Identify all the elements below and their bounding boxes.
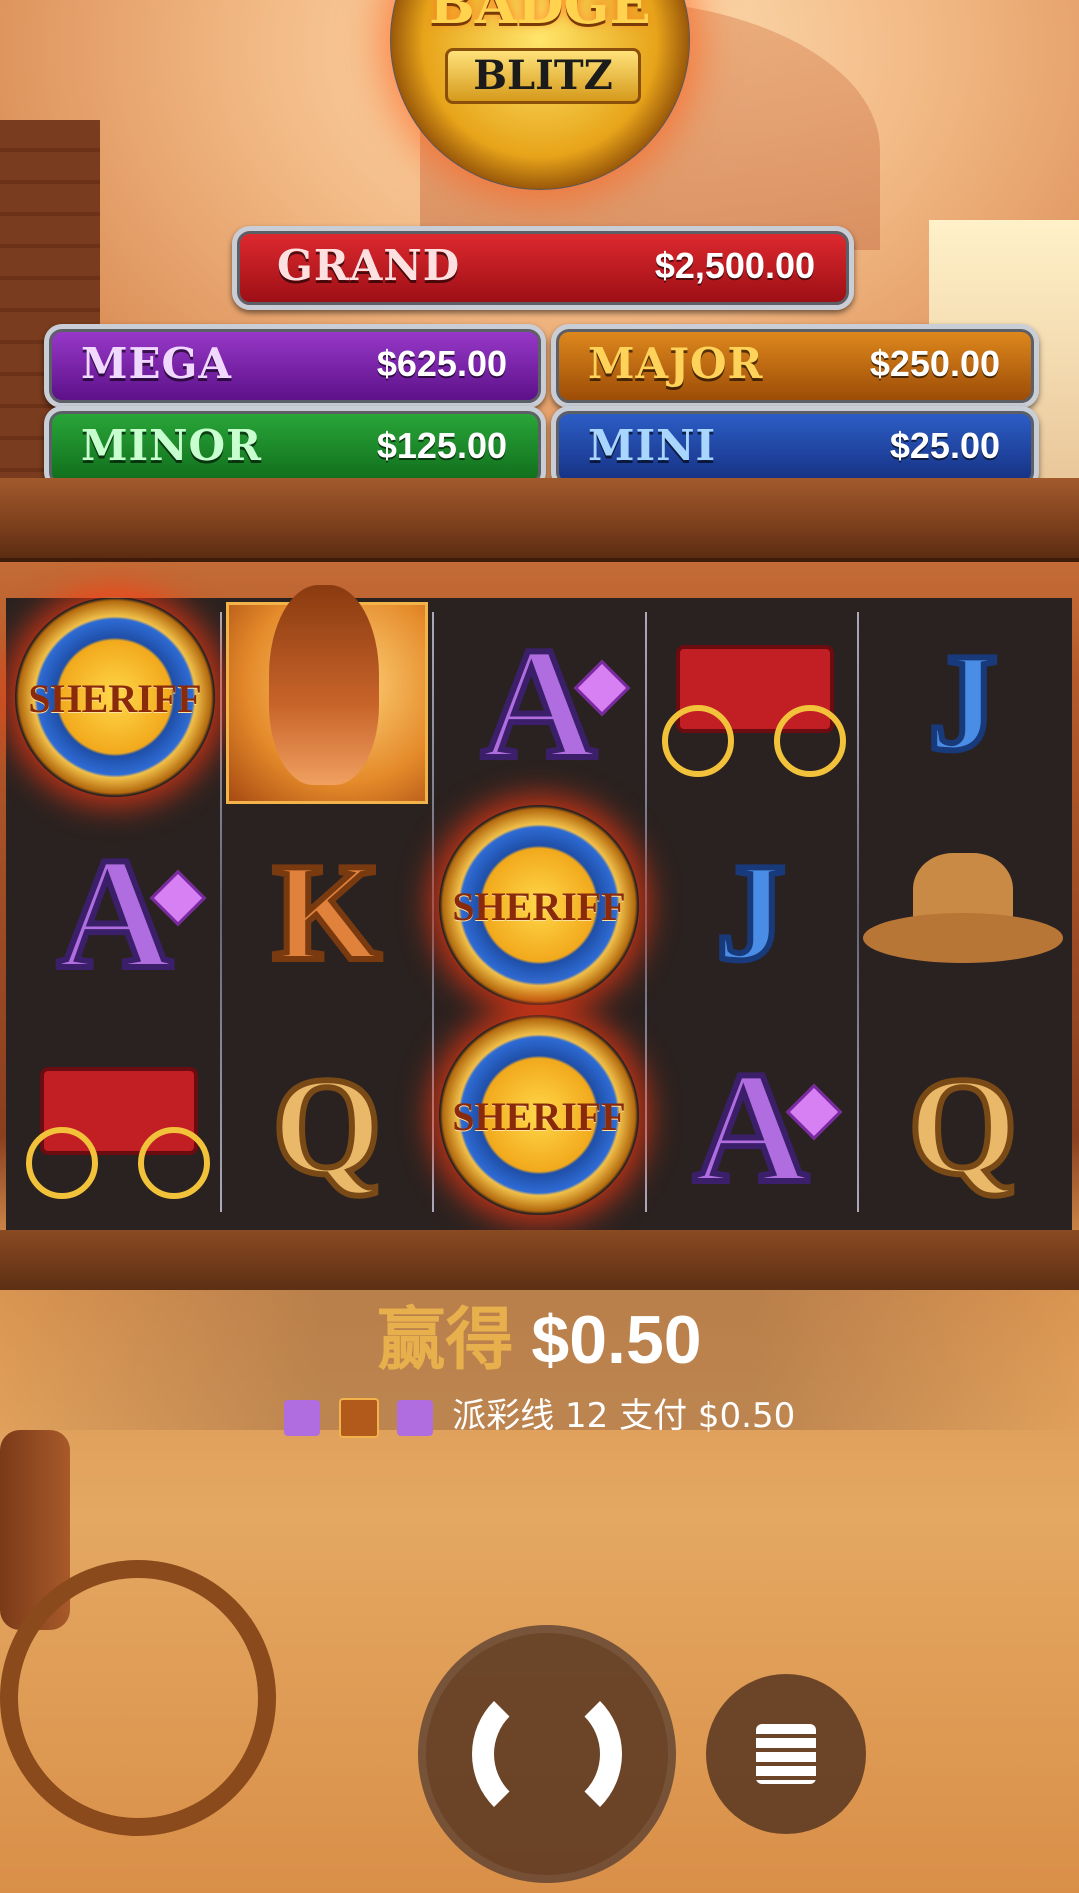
- win-display: 赢得 $0.50 派彩线 12 支付 $0.50: [0, 1290, 1079, 1438]
- reel-4-symbol-1: [646, 600, 856, 810]
- symbol-k: K: [270, 835, 385, 990]
- stagecoach-icon: [656, 635, 846, 777]
- symbol-q: Q: [270, 1049, 385, 1204]
- jackpot-major-label: MAJOR: [588, 339, 764, 388]
- win-label: 赢得: [377, 1301, 514, 1380]
- reel-3-symbol-3: SHERIFF: [434, 1010, 644, 1220]
- sheriff-badge-icon: SHERIFF: [15, 597, 215, 797]
- reel-5-symbol-3: Q: [858, 1022, 1068, 1232]
- reel-4-symbol-3: A: [646, 1022, 856, 1232]
- reel-5-symbol-2: [858, 808, 1068, 1018]
- reel-1-symbol-1: SHERIFF: [10, 592, 220, 802]
- jackpot-mega-label: MEGA: [81, 339, 232, 388]
- symbol-a: A: [478, 614, 600, 792]
- stagecoach-icon: [20, 1057, 210, 1199]
- payline-info: 派彩线 12 支付 $0.50: [0, 1388, 1079, 1438]
- payline-symbol-horse-icon: [338, 1397, 379, 1438]
- bet-button[interactable]: [706, 1674, 866, 1834]
- wagon-wheel-decoration: [0, 1560, 276, 1836]
- symbol-a: A: [690, 1038, 812, 1216]
- sheriff-badge-label: SHERIFF: [452, 884, 626, 929]
- coins-icon: [756, 1724, 816, 1784]
- spin-button[interactable]: [418, 1625, 676, 1883]
- symbol-a: A: [54, 824, 176, 1002]
- jackpot-grand-label: GRAND: [277, 241, 461, 290]
- reel-1-symbol-2: A: [10, 808, 220, 1018]
- horse-icon: [226, 585, 428, 804]
- refresh-icon: [472, 1679, 622, 1829]
- reel-2-symbol-2: K: [222, 808, 432, 1018]
- game-logo: BADGE BLITZ: [340, 0, 740, 195]
- reel-4-symbol-2: J: [646, 808, 856, 1018]
- sheriff-badge-icon: SHERIFF: [439, 805, 639, 1005]
- jackpot-major: MAJOR $250.00: [551, 324, 1039, 408]
- win-amount: $0.50: [531, 1302, 702, 1378]
- cowboy-hat-icon: [863, 843, 1063, 983]
- jackpot-mega: MEGA $625.00: [44, 324, 546, 408]
- reel-2-symbol-1: [222, 585, 432, 808]
- jackpot-grand-amount: $2,500.00: [654, 245, 815, 286]
- sheriff-badge-label: SHERIFF: [28, 676, 202, 721]
- reel-1-symbol-3: [10, 1022, 220, 1232]
- sheriff-badge-icon: SHERIFF: [439, 1015, 639, 1215]
- reel-3-symbol-2: SHERIFF: [434, 800, 644, 1010]
- payline-symbol-a-icon: [283, 1399, 320, 1436]
- payline-text: 派彩线 12 支付 $0.50: [452, 1396, 796, 1436]
- reel-2-symbol-3: Q: [222, 1022, 432, 1232]
- reel-5-symbol-1: J: [858, 598, 1068, 808]
- jackpot-grand: GRAND $2,500.00: [232, 226, 854, 310]
- jackpot-mini-label: MINI: [588, 421, 717, 470]
- logo-subtitle: BLITZ: [445, 48, 641, 104]
- sheriff-badge-label: SHERIFF: [452, 1094, 626, 1139]
- symbol-j: J: [713, 835, 789, 990]
- payline-symbol-a-icon: [397, 1399, 434, 1436]
- symbol-j: J: [925, 625, 1001, 780]
- jackpot-minor-amount: $125.00: [376, 425, 507, 466]
- logo-title: BADGE: [429, 0, 651, 36]
- jackpot-minor-label: MINOR: [81, 421, 263, 470]
- reel-frame-top: [0, 478, 1079, 562]
- reel-frame-bottom: [0, 1230, 1079, 1290]
- jackpot-mini-amount: $25.00: [889, 425, 1000, 466]
- win-line: 赢得 $0.50: [0, 1300, 1079, 1381]
- reel-3-symbol-1: A: [434, 598, 644, 808]
- symbol-q: Q: [906, 1049, 1021, 1204]
- jackpot-major-amount: $250.00: [869, 343, 1000, 384]
- jackpot-mega-amount: $625.00: [376, 343, 507, 384]
